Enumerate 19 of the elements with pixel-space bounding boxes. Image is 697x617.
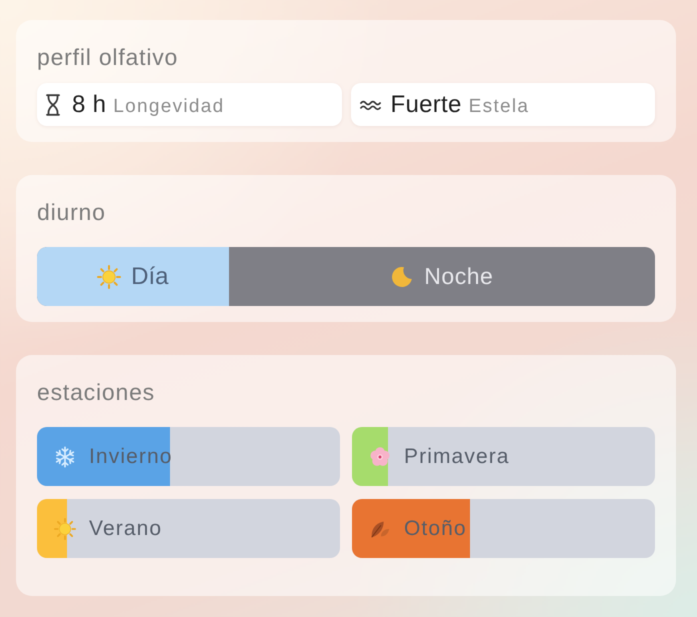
night-label: Noche: [424, 263, 494, 290]
season-label: Verano: [89, 516, 162, 540]
hourglass-icon: [46, 94, 60, 116]
day-label: Día: [131, 262, 168, 290]
moon-icon: [390, 264, 414, 288]
section-title: perfil olfativo: [37, 44, 178, 70]
snowflake-icon: [54, 446, 76, 468]
season-label: Otoño: [404, 516, 467, 540]
stat-label: Estela: [468, 96, 530, 118]
stat-label: Longevidad: [113, 96, 225, 118]
flower-icon: [369, 446, 391, 468]
sun-icon: [97, 264, 122, 288]
stat-value: Fuerte: [390, 90, 462, 118]
sun-icon: [54, 518, 76, 540]
season-label: Primavera: [404, 444, 510, 468]
section-title: estaciones: [37, 379, 155, 405]
section-title: diurno: [37, 199, 106, 225]
stat-value: 8 h: [72, 90, 106, 118]
waves-icon: [360, 98, 380, 110]
